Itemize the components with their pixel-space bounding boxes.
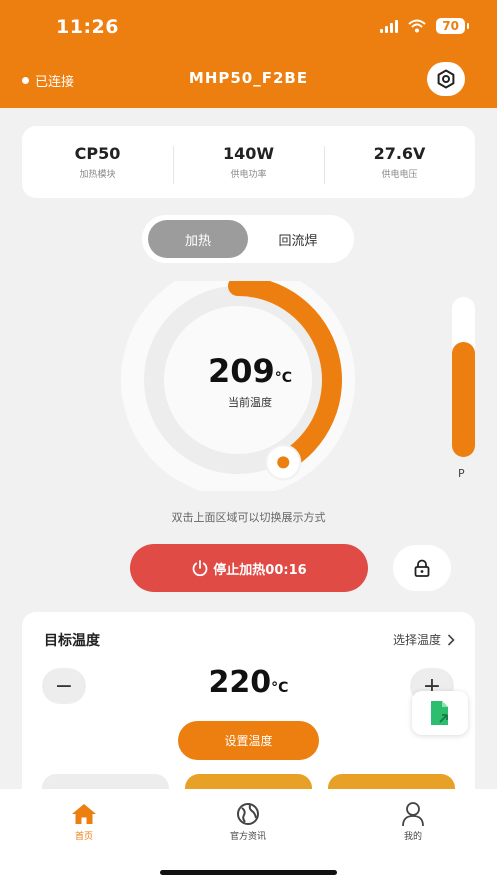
status-icons: 70 <box>380 18 469 34</box>
device-info-card: CP50 加热模块 140W 供电功率 27.6V 供电电压 <box>22 126 475 198</box>
mode-reflow-button[interactable]: 回流焊 <box>248 220 348 258</box>
power-label: P <box>458 467 465 480</box>
info-label: 加热模块 <box>79 170 116 180</box>
select-temperature-label: 选择温度 <box>392 633 441 647</box>
tab-profile-label: 我的 <box>403 832 422 842</box>
floating-action-button[interactable] <box>412 691 468 735</box>
stop-heating-button[interactable]: 停止加热00:16 <box>130 544 368 592</box>
info-value: 140W <box>222 144 275 163</box>
home-indicator <box>160 870 337 875</box>
current-temperature-readout: 209°C 当前温度 <box>120 352 380 410</box>
info-label: 供电功率 <box>230 170 267 180</box>
app-header: 11:26 70 已连接 MHP50_F2BE <box>0 0 497 108</box>
current-temperature-unit: °C <box>274 370 293 386</box>
info-value: CP50 <box>74 144 121 163</box>
signal-icon <box>380 19 399 33</box>
lock-icon <box>414 559 430 577</box>
home-icon <box>72 804 96 824</box>
target-temperature-display: 220°C <box>22 665 475 700</box>
document-icon <box>431 701 448 725</box>
target-temperature-value: 220 <box>208 665 272 700</box>
info-value: 27.6V <box>373 144 426 163</box>
hint-text: 双击上面区域可以切换展示方式 <box>171 511 326 524</box>
target-temperature-unit: °C <box>271 680 289 696</box>
globe-icon <box>237 803 259 825</box>
current-temperature-value: 209 <box>207 352 275 390</box>
info-voltage: 27.6V 供电电压 <box>324 144 475 184</box>
mode-switch: 加热 回流焊 <box>142 215 354 263</box>
power-icon <box>192 560 208 577</box>
current-temperature-label: 当前温度 <box>228 396 272 409</box>
mode-heating-button[interactable]: 加热 <box>148 220 248 258</box>
gear-icon <box>437 69 455 89</box>
user-icon <box>402 802 424 827</box>
info-heating-module: CP50 加热模块 <box>22 144 173 180</box>
power-bar-fill <box>452 341 475 457</box>
dial-knob-dot <box>277 456 290 469</box>
device-title: MHP50_F2BE <box>188 69 309 87</box>
battery-indicator: 70 <box>436 18 469 34</box>
settings-button[interactable] <box>427 62 465 96</box>
tab-profile[interactable]: 我的 <box>363 801 463 842</box>
info-label: 供电电压 <box>381 170 418 180</box>
tab-official-news-label: 官方资讯 <box>229 832 266 842</box>
bottom-tab-bar: 首页 官方资讯 我的 <box>0 789 497 883</box>
status-time: 11:26 <box>56 16 119 38</box>
stop-heating-label: 停止加热00:16 <box>213 562 307 578</box>
tab-home-label: 首页 <box>74 832 93 842</box>
chevron-right-icon <box>447 633 455 646</box>
set-temperature-button[interactable]: 设置温度 <box>178 721 319 760</box>
target-temperature-title: 目标温度 <box>44 633 100 649</box>
tab-home[interactable]: 首页 <box>34 801 134 842</box>
power-bar <box>452 297 475 457</box>
info-power: 140W 供电功率 <box>173 144 324 184</box>
wifi-icon <box>408 19 426 33</box>
select-temperature-link[interactable]: 选择温度 <box>393 631 455 648</box>
tab-official-news[interactable]: 官方资讯 <box>198 801 298 842</box>
lock-button[interactable] <box>393 545 451 591</box>
